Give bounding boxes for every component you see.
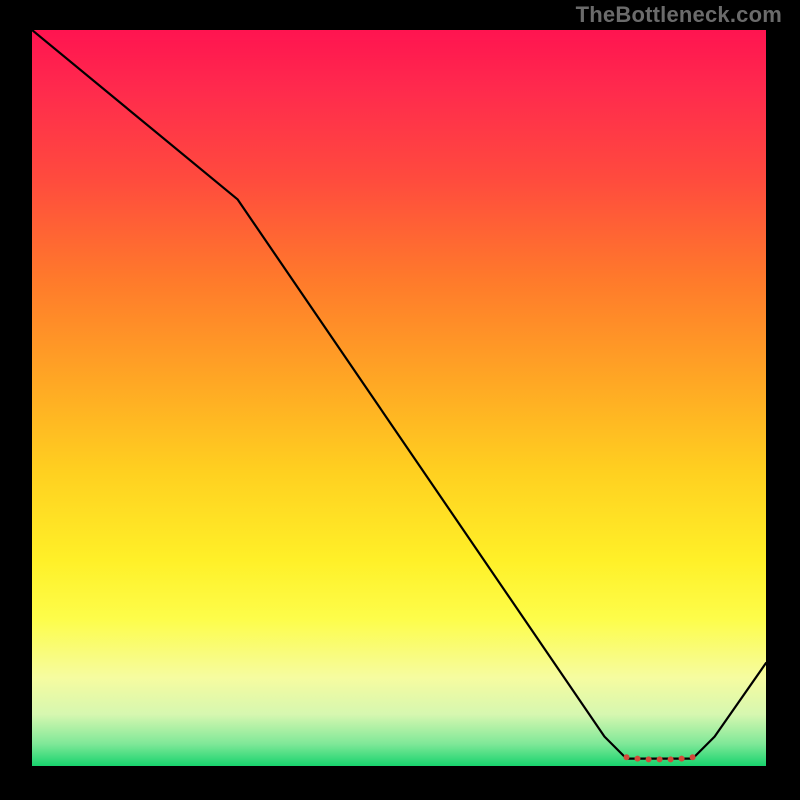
chart-canvas: TheBottleneck.com [0, 0, 800, 800]
plot-area [32, 30, 766, 766]
highlight-dot [624, 754, 630, 760]
highlight-dot [679, 756, 685, 762]
curve-line [32, 30, 766, 759]
attribution-label: TheBottleneck.com [576, 2, 782, 28]
highlight-dot [668, 756, 674, 762]
highlight-dot [635, 756, 641, 762]
highlight-dot [690, 754, 696, 760]
curve-svg [32, 30, 766, 766]
highlight-dot [657, 756, 663, 762]
highlight-dot [646, 756, 652, 762]
